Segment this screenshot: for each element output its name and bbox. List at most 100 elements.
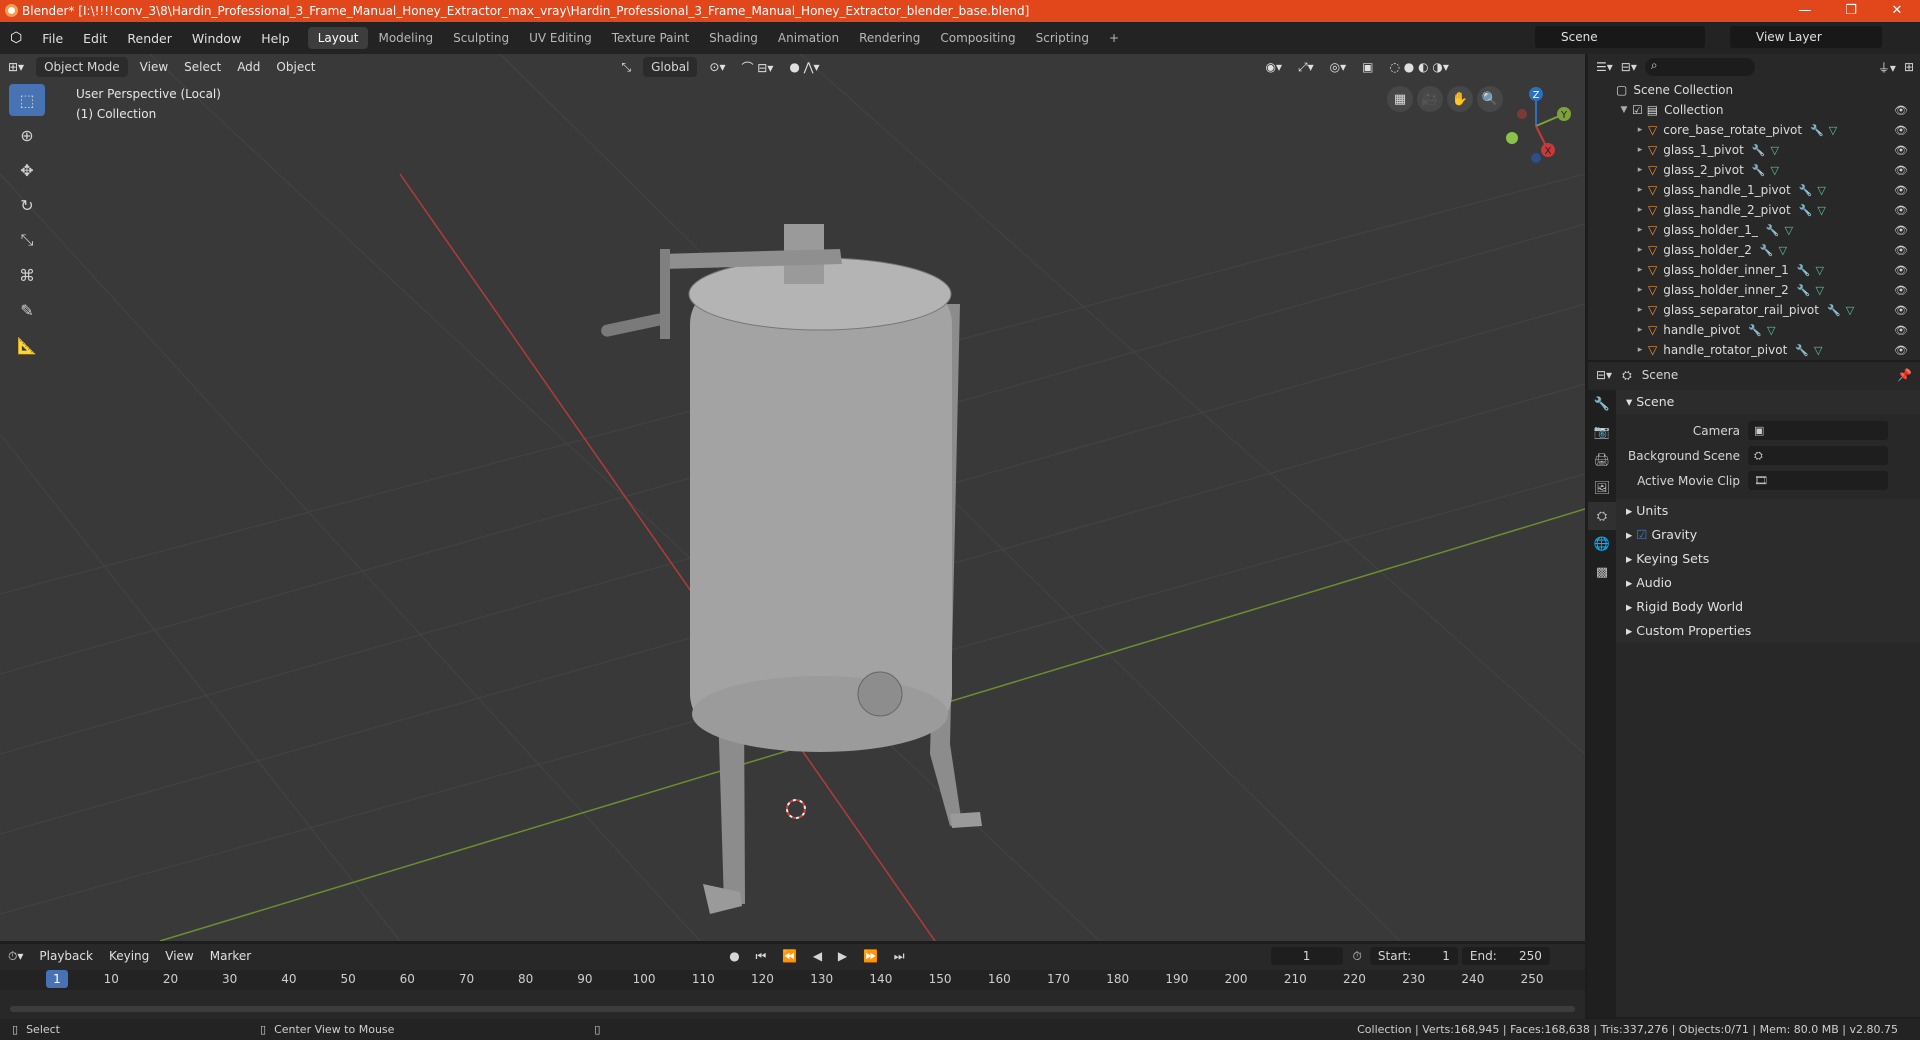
3d-cursor-icon[interactable] <box>786 799 806 819</box>
tab-compositing[interactable]: Compositing <box>930 27 1025 49</box>
gravity-checkbox[interactable]: ☑ <box>1636 527 1647 542</box>
gizmo-toggle-icon[interactable]: ⤢▾ <box>1290 58 1322 77</box>
eye-icon[interactable]: 👁 <box>1894 164 1908 177</box>
menu-render[interactable]: Render <box>117 31 182 46</box>
camera-field[interactable]: ▣ <box>1748 421 1888 440</box>
view-layer-selector[interactable]: View Layer <box>1730 26 1882 48</box>
measure-tool-icon[interactable]: 📐 <box>9 329 45 361</box>
scene-section-header[interactable]: ▾ Scene <box>1616 390 1920 414</box>
expand-icon[interactable]: ▸ <box>1632 222 1648 238</box>
outliner-object-row[interactable]: ▸ ▽ core_base_rotate_pivot 🔧 ▽ 👁 <box>1588 120 1920 140</box>
filter-icon[interactable]: ⏚▾ <box>1878 59 1896 76</box>
maximize-button[interactable]: ❐ <box>1828 0 1874 22</box>
timeline-menu-keying[interactable]: Keying <box>101 947 157 965</box>
outliner-object-row[interactable]: ▸ ▽ handle_rotator_pivot 🔧 ▽ 👁 <box>1588 340 1920 360</box>
mesh-data-icon[interactable]: ▽ <box>1770 144 1778 157</box>
start-frame-field[interactable]: Start: 1 <box>1369 947 1458 965</box>
timeline-ruler[interactable]: 1 10 20 30 40 50 60 70 80 90 100 110 120 130 140 150 16… <box>0 970 1585 990</box>
tab-texture-paint[interactable]: Texture Paint <box>602 27 699 49</box>
mesh-data-icon[interactable]: ▽ <box>1829 124 1837 137</box>
modifier-wrench-icon[interactable]: 🔧 ▽ <box>1827 304 1854 317</box>
mesh-data-icon[interactable]: ▽ <box>1815 284 1823 297</box>
current-frame-field[interactable]: 1 <box>1270 947 1343 965</box>
outliner-search-input[interactable]: ⌕ <box>1644 58 1755 76</box>
tab-sculpting[interactable]: Sculpting <box>443 27 519 49</box>
snap-icon[interactable]: ⌒ ⊟▾ <box>733 57 781 78</box>
overlay-toggle-icon[interactable]: ◎▾ <box>1322 58 1355 76</box>
eye-icon[interactable]: 👁 <box>1894 344 1908 357</box>
eye-icon[interactable]: 👁 <box>1894 304 1908 317</box>
eye-icon[interactable]: 👁 <box>1894 244 1908 257</box>
scale-tool-icon[interactable]: ⤡ <box>9 224 45 256</box>
viewport-menu-object[interactable]: Object <box>268 58 323 76</box>
stopwatch-icon[interactable]: ⏱ <box>1353 949 1362 964</box>
mesh-data-icon[interactable]: ▽ <box>1817 184 1825 197</box>
modifier-wrench-icon[interactable]: 🔧 ▽ <box>1799 184 1826 197</box>
timeline-menu-playback[interactable]: Playback <box>31 947 101 965</box>
eye-icon[interactable]: 👁 <box>1894 264 1908 277</box>
expand-icon[interactable]: ▼ <box>1616 102 1632 118</box>
viewport-menu-add[interactable]: Add <box>229 58 268 76</box>
visibility-icon[interactable]: ◉▾ <box>1258 58 1291 76</box>
outliner-object-row[interactable]: ▸ ▽ glass_holder_inner_1 🔧 ▽ 👁 <box>1588 260 1920 280</box>
mesh-data-icon[interactable]: ▽ <box>1846 304 1854 317</box>
expand-icon[interactable]: ▸ <box>1632 182 1648 198</box>
playhead-frame[interactable]: 1 <box>46 970 68 988</box>
outliner-object-row[interactable]: ▸ ▽ glass_holder_1_ 🔧 ▽ 👁 <box>1588 220 1920 240</box>
output-tab-icon[interactable]: 🖨 <box>1588 446 1616 474</box>
panel-audio[interactable]: ▸ Audio <box>1616 571 1920 595</box>
eye-icon[interactable]: 👁 <box>1894 324 1908 337</box>
navigation-gizmo[interactable]: Z Y X <box>1496 86 1576 166</box>
3d-viewport[interactable]: ⊞▾ Object Mode View Select Add Object ⤡ … <box>0 54 1585 941</box>
panel-custom-properties[interactable]: ▸ Custom Properties <box>1616 619 1920 643</box>
timeline-menu-marker[interactable]: Marker <box>202 947 259 965</box>
tab-layout[interactable]: Layout <box>307 27 369 49</box>
expand-icon[interactable]: ▸ <box>1632 262 1648 278</box>
pin-icon[interactable]: 📌 <box>1897 368 1912 382</box>
minimize-button[interactable]: — <box>1782 0 1828 22</box>
scene-tab-icon[interactable]: ⛭ <box>1588 502 1616 530</box>
modifier-wrench-icon[interactable]: 🔧 ▽ <box>1766 224 1793 237</box>
mesh-data-icon[interactable]: ▽ <box>1817 204 1825 217</box>
modifier-wrench-icon[interactable]: 🔧 ▽ <box>1752 164 1779 177</box>
eye-icon[interactable]: 👁 <box>1894 144 1908 157</box>
panel-gravity[interactable]: ▸ ☑ Gravity <box>1616 523 1920 547</box>
outliner-object-row[interactable]: ▸ ▽ glass_handle_2_pivot 🔧 ▽ 👁 <box>1588 200 1920 220</box>
mesh-data-icon[interactable]: ▽ <box>1815 264 1823 277</box>
eye-icon[interactable]: 👁 <box>1894 284 1908 297</box>
expand-icon[interactable]: ▸ <box>1632 322 1648 338</box>
tool-tab-icon[interactable]: 🔧 <box>1588 390 1616 418</box>
eye-icon[interactable]: 👁 <box>1894 104 1908 117</box>
outliner-object-row[interactable]: ▸ ▽ glass_handle_1_pivot 🔧 ▽ 👁 <box>1588 180 1920 200</box>
tab-uv-editing[interactable]: UV Editing <box>519 27 602 49</box>
scene-selector[interactable]: Scene <box>1535 26 1705 48</box>
checkbox-icon[interactable]: ☑ <box>1632 103 1643 117</box>
camera-view-icon[interactable]: 🎥 <box>1417 86 1443 112</box>
modifier-wrench-icon[interactable]: 🔧 ▽ <box>1795 344 1822 357</box>
background-scene-field[interactable]: ⛭ <box>1748 446 1888 465</box>
expand-icon[interactable]: ▸ <box>1632 242 1648 258</box>
transform-orientation-icon[interactable]: ⤡ <box>614 58 640 77</box>
timeline-editor-icon[interactable]: ⏱▾ <box>0 947 31 966</box>
tab-animation[interactable]: Animation <box>768 27 849 49</box>
blender-menu-icon[interactable]: ⬡ <box>0 30 32 46</box>
move-tool-icon[interactable]: ✥ <box>9 154 45 186</box>
timeline-scrollbar[interactable] <box>10 1006 1575 1012</box>
view-layer-tab-icon[interactable]: 🖼 <box>1588 474 1616 502</box>
modifier-wrench-icon[interactable]: 🔧 ▽ <box>1797 264 1824 277</box>
rotate-tool-icon[interactable]: ↻ <box>9 189 45 221</box>
mode-dropdown[interactable]: Object Mode <box>36 57 128 77</box>
proportional-edit-icon[interactable]: ● ⋀▾ <box>781 58 827 76</box>
eye-icon[interactable]: 👁 <box>1894 204 1908 217</box>
outliner-object-row[interactable]: ▸ ▽ glass_holder_2 🔧 ▽ 👁 <box>1588 240 1920 260</box>
outliner-object-row[interactable]: ▸ ▽ glass_1_pivot 🔧 ▽ 👁 <box>1588 140 1920 160</box>
menu-file[interactable]: File <box>32 31 73 46</box>
outliner-row-scene-collection[interactable]: ▢ Scene Collection <box>1588 80 1920 100</box>
world-tab-icon[interactable]: 🌐 <box>1588 530 1616 558</box>
select-box-tool-icon[interactable]: ⬚ <box>9 84 45 116</box>
end-frame-field[interactable]: End: 250 <box>1461 947 1550 965</box>
modifier-wrench-icon[interactable]: 🔧 ▽ <box>1760 244 1787 257</box>
viewport-menu-select[interactable]: Select <box>176 58 229 76</box>
timeline-menu-view[interactable]: View <box>157 947 201 965</box>
mesh-data-icon[interactable]: ▽ <box>1814 344 1822 357</box>
